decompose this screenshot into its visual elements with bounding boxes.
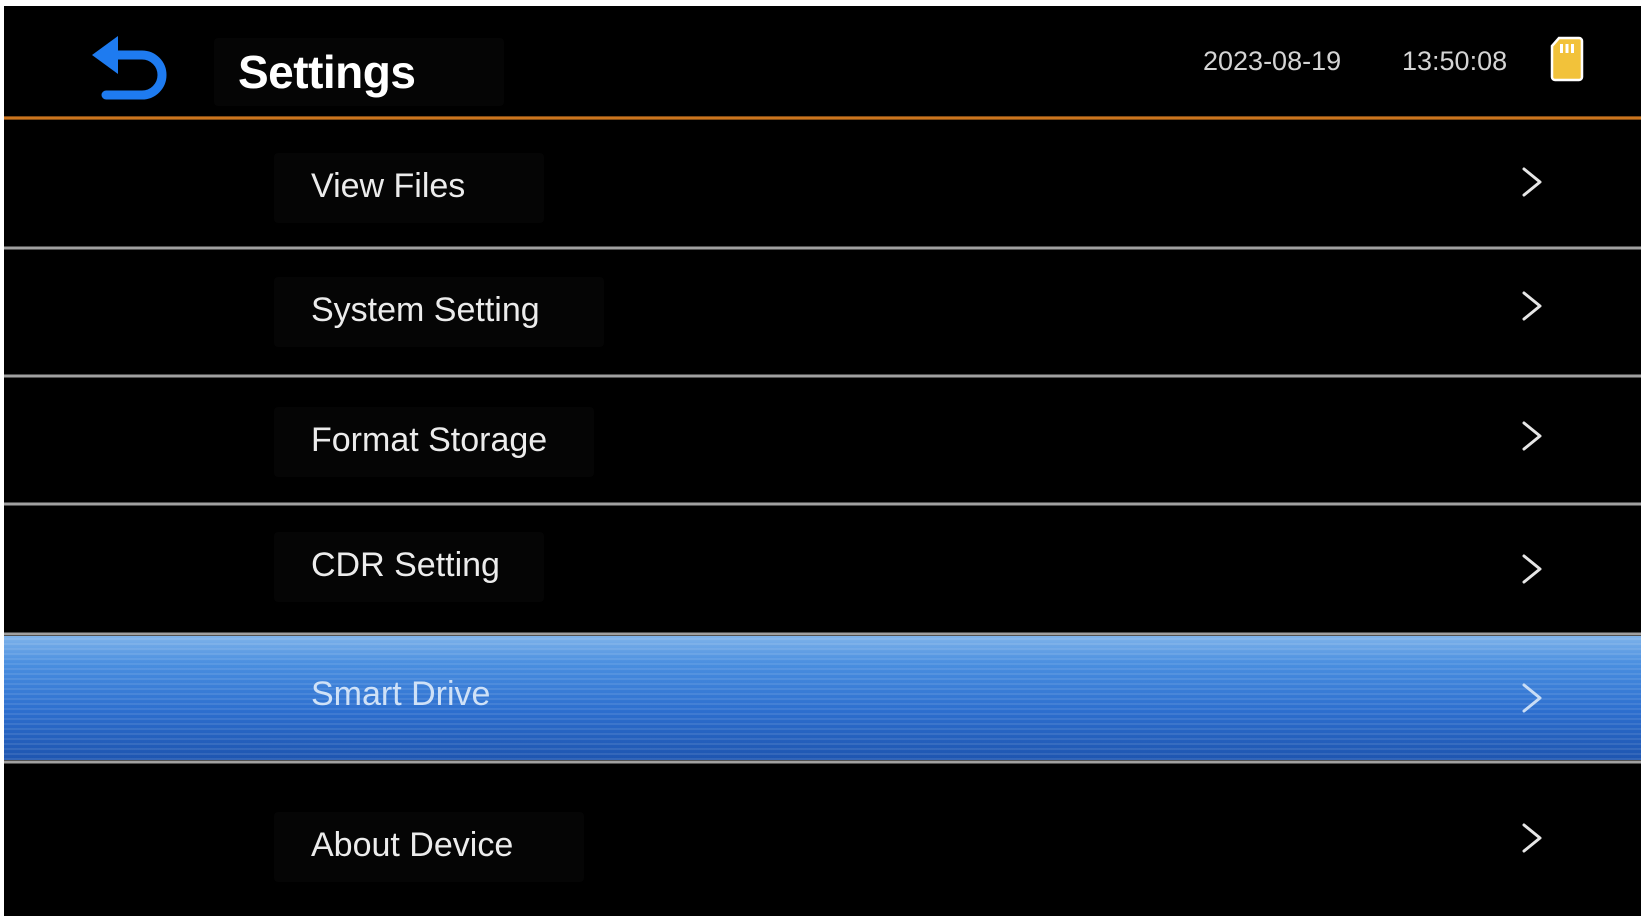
chevron-right-icon [1519, 682, 1545, 714]
menu-item-smart-drive[interactable]: Smart Drive [4, 636, 1641, 760]
chevron-right-icon [1519, 553, 1545, 585]
menu-item-label: System Setting [311, 291, 540, 329]
menu-label-box: Format Storage [274, 407, 594, 477]
device-display: Settings 2023-08-19 13:50:08 View Files [4, 6, 1641, 916]
menu-item-system-setting[interactable]: System Setting [4, 250, 1641, 374]
screen: Settings 2023-08-19 13:50:08 View Files [0, 0, 1645, 920]
menu-item-label: CDR Setting [311, 546, 500, 584]
menu-label-box: View Files [274, 153, 544, 223]
menu-item-format-storage[interactable]: Format Storage [4, 378, 1641, 502]
menu-item-view-files[interactable]: View Files [4, 120, 1641, 246]
menu-item-label: View Files [311, 167, 466, 205]
menu-item-cdr-setting[interactable]: CDR Setting [4, 506, 1641, 632]
menu-label-box: About Device [274, 812, 584, 882]
menu-item-label: Format Storage [311, 421, 548, 459]
chevron-right-icon [1519, 822, 1545, 854]
menu-label-box: Smart Drive [274, 661, 544, 731]
menu-label-box: System Setting [274, 277, 604, 347]
menu-item-label: Smart Drive [311, 675, 491, 713]
chevron-right-icon [1519, 420, 1545, 452]
chevron-right-icon [1519, 290, 1545, 322]
chevron-right-icon [1519, 166, 1545, 198]
menu-item-label: About Device [311, 826, 514, 864]
settings-menu: View Files System Setting Format Storage [4, 6, 1641, 916]
menu-item-about-device[interactable]: About Device [4, 764, 1641, 916]
menu-label-box: CDR Setting [274, 532, 544, 602]
